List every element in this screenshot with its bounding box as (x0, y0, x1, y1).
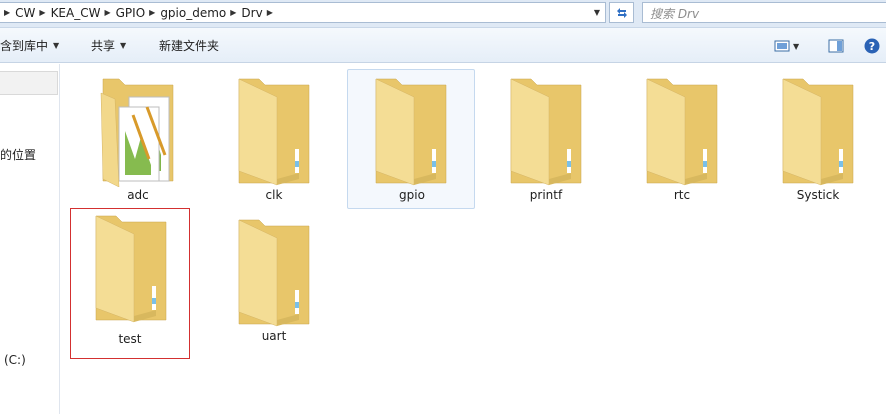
folder-name: test (118, 332, 142, 346)
breadcrumb-separator-icon[interactable]: ▶ (263, 8, 278, 17)
breadcrumb-separator-icon[interactable]: ▶ (145, 8, 160, 17)
refresh-icon (616, 7, 627, 18)
nav-selected-item[interactable] (0, 71, 58, 95)
folder-icon (633, 75, 729, 187)
address-history-dropdown-icon[interactable]: ▼ (589, 3, 605, 22)
breadcrumb-item-kea-cw[interactable]: KEA_CW (51, 6, 101, 20)
folder-name: printf (529, 188, 563, 202)
folder-item-systick[interactable]: Systick (754, 70, 882, 210)
folder-item-clk[interactable]: clk (210, 70, 338, 210)
folder-icon (225, 216, 321, 328)
include-in-library-label: 含到库中 (0, 39, 49, 53)
folder-item-test[interactable]: test (70, 208, 190, 359)
folder-icon (497, 75, 593, 187)
nav-item-local-disk-c[interactable]: (C:) (4, 353, 26, 367)
view-icon (774, 40, 790, 52)
folder-icon (82, 212, 178, 324)
chevron-down-icon: ▼ (120, 41, 127, 50)
breadcrumb-separator-icon[interactable]: ▶ (226, 8, 241, 17)
chevron-down-icon: ▼ (793, 41, 800, 51)
breadcrumb-item-gpio-demo[interactable]: gpio_demo (160, 6, 226, 20)
help-button[interactable]: ? (864, 38, 880, 54)
breadcrumb-item-gpio[interactable]: GPIO (116, 6, 146, 20)
search-input[interactable]: 搜索 Drv (642, 2, 886, 23)
include-in-library-button[interactable]: 含到库中 ▼ (0, 28, 59, 63)
share-label: 共享 (91, 39, 116, 53)
breadcrumb-item-cw[interactable]: CW (15, 6, 35, 20)
folder-item-printf[interactable]: printf (482, 70, 610, 210)
command-bar: 含到库中 ▼ 共享 ▼ 新建文件夹 ▼ ? (0, 28, 886, 63)
navigation-pane: 的位置 (C:) (0, 64, 60, 414)
help-icon: ? (864, 38, 880, 54)
folder-icon (362, 75, 458, 187)
folder-item-rtc[interactable]: rtc (618, 70, 746, 210)
new-folder-label: 新建文件夹 (159, 39, 220, 53)
address-bar-row: ▶ CW ▶ KEA_CW ▶ GPIO ▶ gpio_demo ▶ Drv ▶… (0, 0, 886, 28)
folder-item-gpio[interactable]: gpio (347, 69, 475, 209)
new-folder-button[interactable]: 新建文件夹 (159, 28, 219, 63)
breadcrumb-item-drv[interactable]: Drv (241, 6, 262, 20)
folder-name: gpio (399, 188, 425, 202)
nav-item-recent-places[interactable]: 的位置 (0, 146, 36, 163)
folder-with-documents-icon (89, 75, 185, 188)
share-button[interactable]: 共享 ▼ (91, 28, 126, 63)
breadcrumb-separator-icon[interactable]: ▶ (35, 8, 50, 17)
folder-name: adc (127, 188, 149, 202)
folder-icon (769, 75, 865, 187)
folder-name: clk (265, 188, 283, 202)
folder-item-uart[interactable]: uart (210, 211, 338, 351)
address-bar[interactable]: ▶ CW ▶ KEA_CW ▶ GPIO ▶ gpio_demo ▶ Drv ▶… (0, 2, 606, 23)
chevron-down-icon: ▼ (53, 41, 60, 50)
breadcrumb: ▶ CW ▶ KEA_CW ▶ GPIO ▶ gpio_demo ▶ Drv ▶ (0, 3, 278, 22)
breadcrumb-separator-icon[interactable]: ▶ (100, 8, 115, 17)
file-list: adc clk gpio printf rtc Systick test uar… (61, 64, 886, 414)
folder-icon (225, 75, 321, 187)
svg-text:?: ? (869, 40, 875, 53)
folder-name: rtc (673, 188, 691, 202)
search-placeholder: 搜索 Drv (650, 7, 700, 21)
breadcrumb-separator-icon[interactable]: ▶ (0, 8, 15, 17)
folder-name: uart (261, 329, 287, 343)
folder-item-adc[interactable]: adc (74, 70, 202, 210)
refresh-button[interactable] (609, 2, 634, 23)
preview-pane-icon (828, 39, 844, 53)
folder-name: Systick (796, 188, 840, 202)
view-options-button[interactable]: ▼ (774, 38, 799, 54)
preview-pane-button[interactable] (828, 38, 844, 54)
